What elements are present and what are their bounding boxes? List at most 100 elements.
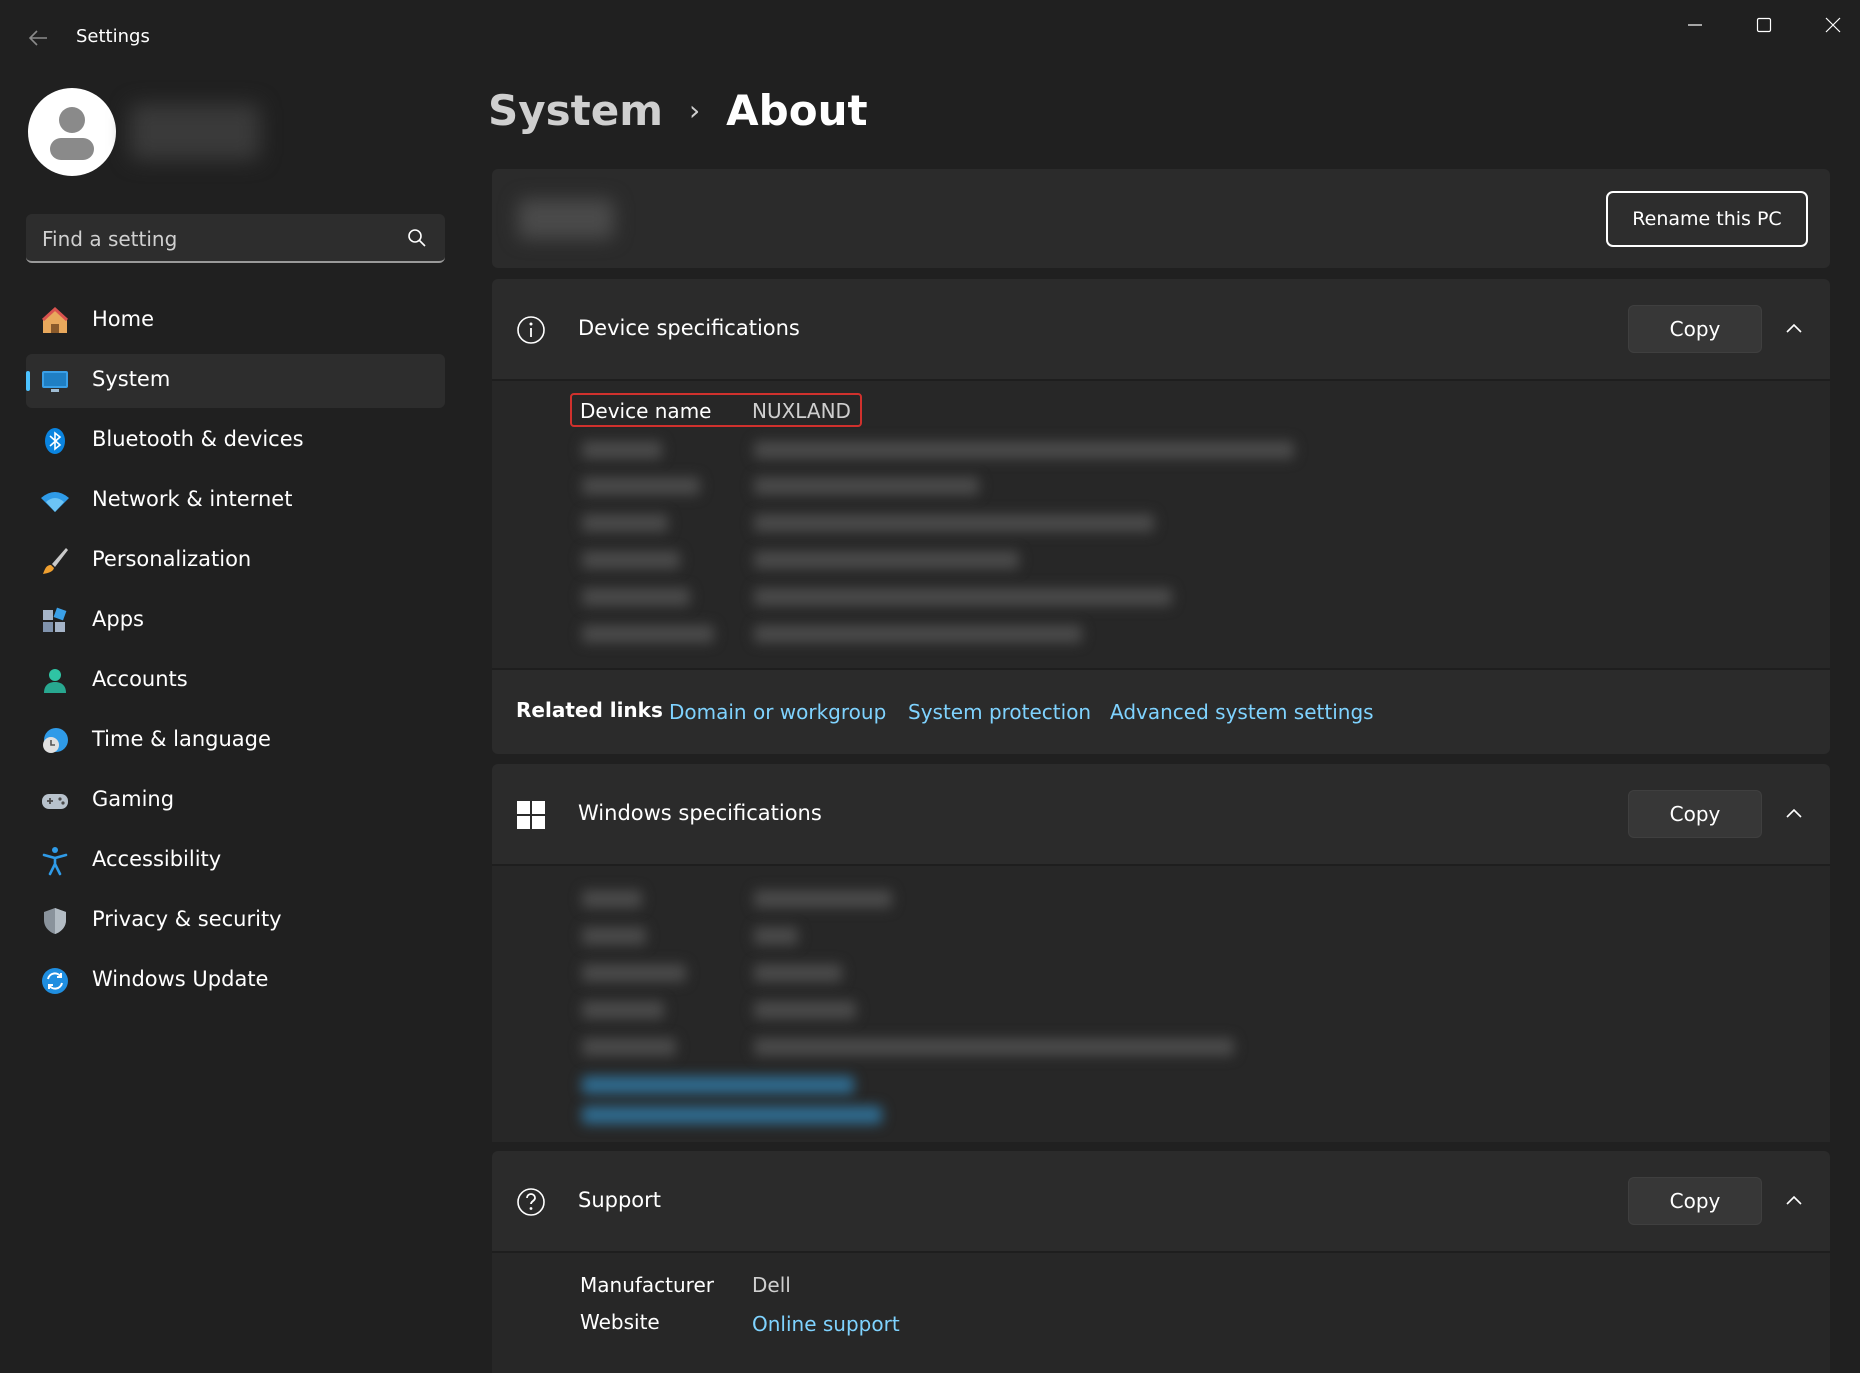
- redacted-spec: [754, 588, 1172, 606]
- redacted-spec: [582, 964, 686, 982]
- sidebar-item-label: Time & language: [92, 727, 271, 751]
- collapse-button[interactable]: [1776, 796, 1812, 832]
- copy-support-button[interactable]: Copy: [1628, 1177, 1762, 1225]
- redacted-spec: [754, 514, 1154, 532]
- redacted-spec: [582, 1001, 664, 1019]
- manufacturer-label: Manufacturer: [580, 1273, 714, 1297]
- sidebar-item-personalization[interactable]: Personalization: [26, 534, 445, 588]
- redacted-spec: [582, 588, 690, 606]
- close-icon: [1825, 17, 1840, 33]
- link-advanced-system-settings[interactable]: Advanced system settings: [1110, 700, 1374, 724]
- maximize-icon: [1756, 17, 1771, 33]
- accessibility-icon: [42, 847, 68, 876]
- device-specs-header[interactable]: Device specifications Copy: [492, 279, 1830, 379]
- chevron-up-icon: [1786, 323, 1802, 333]
- avatar[interactable]: [28, 88, 116, 176]
- redacted-spec: [754, 1038, 1234, 1056]
- redacted-spec: [582, 477, 700, 495]
- link-system-protection[interactable]: System protection: [908, 700, 1091, 724]
- redacted-spec: [582, 927, 646, 945]
- page-title: About: [726, 86, 868, 135]
- section-title: Windows specifications: [578, 801, 822, 825]
- redacted-spec: [582, 890, 642, 908]
- sidebar-item-label: Gaming: [92, 787, 175, 811]
- breadcrumb-parent[interactable]: System: [488, 86, 663, 135]
- sidebar-item-network[interactable]: Network & internet: [26, 474, 445, 528]
- app-title: Settings: [76, 26, 150, 47]
- device-name-value: NUXLAND: [752, 399, 851, 423]
- sidebar-item-label: Windows Update: [92, 967, 269, 991]
- minimize-icon: [1687, 24, 1702, 26]
- sidebar-item-label: Accessibility: [92, 847, 222, 871]
- windows-specs-header[interactable]: Windows specifications Copy: [492, 764, 1830, 864]
- section-title: Device specifications: [578, 316, 800, 340]
- accounts-icon: [44, 669, 66, 693]
- search-icon[interactable]: [406, 227, 428, 249]
- sidebar-item-bluetooth[interactable]: Bluetooth & devices: [26, 414, 445, 468]
- sidebar-item-label: Privacy & security: [92, 907, 282, 931]
- brush-icon: [43, 548, 68, 574]
- gamepad-icon: [42, 794, 68, 809]
- copy-windows-specs-button[interactable]: Copy: [1628, 790, 1762, 838]
- title-bar: Settings: [0, 0, 1860, 76]
- user-icon: [50, 107, 94, 160]
- redacted-spec: [754, 1001, 856, 1019]
- back-button[interactable]: [20, 20, 56, 56]
- related-links-label: Related links: [516, 698, 663, 722]
- redacted-link: [582, 1106, 882, 1124]
- maximize-button[interactable]: [1729, 0, 1798, 50]
- collapse-button[interactable]: [1776, 1183, 1812, 1219]
- sidebar-item-accessibility[interactable]: Accessibility: [26, 834, 445, 888]
- windows-logo-icon: [517, 801, 545, 829]
- apps-icon: [43, 607, 67, 632]
- manufacturer-value: Dell: [752, 1273, 791, 1297]
- redacted-spec: [582, 514, 668, 532]
- search-box[interactable]: [26, 214, 445, 263]
- back-arrow-icon: [28, 30, 47, 46]
- close-button[interactable]: [1798, 0, 1860, 50]
- info-icon: [517, 316, 545, 344]
- sidebar-item-home[interactable]: Home: [26, 294, 445, 348]
- device-name-label: Device name: [580, 399, 712, 423]
- redacted-spec: [754, 551, 1019, 569]
- redacted-link: [582, 1076, 854, 1094]
- sidebar-item-apps[interactable]: Apps: [26, 594, 445, 648]
- search-input[interactable]: [42, 226, 402, 252]
- redacted-spec: [754, 890, 892, 908]
- redacted-spec: [582, 441, 662, 459]
- device-specs-body: Device name NUXLAND: [492, 379, 1830, 668]
- sidebar-item-time-language[interactable]: Time & language: [26, 714, 445, 768]
- redacted-spec: [754, 625, 1082, 643]
- sidebar-item-label: System: [92, 367, 171, 391]
- sidebar-item-label: Home: [92, 307, 155, 331]
- sidebar-nav: Home System Bluetooth & devices Network …: [26, 294, 445, 1014]
- sidebar-item-label: Accounts: [92, 667, 188, 691]
- home-icon: [41, 306, 69, 333]
- copy-device-specs-button[interactable]: Copy: [1628, 305, 1762, 353]
- chevron-up-icon: [1786, 808, 1802, 818]
- time-language-icon: [43, 728, 68, 753]
- sidebar-item-label: Personalization: [92, 547, 252, 571]
- wifi-icon: [41, 492, 69, 512]
- active-indicator: [26, 371, 30, 391]
- support-header[interactable]: Support Copy: [492, 1151, 1830, 1251]
- website-label: Website: [580, 1310, 660, 1334]
- online-support-link[interactable]: Online support: [752, 1312, 900, 1336]
- redacted-spec: [582, 1038, 676, 1056]
- sidebar-item-privacy[interactable]: Privacy & security: [26, 894, 445, 948]
- redacted-spec: [582, 551, 680, 569]
- breadcrumb: System › About: [488, 86, 868, 135]
- minimize-button[interactable]: [1660, 0, 1729, 50]
- rename-pc-button[interactable]: Rename this PC: [1606, 191, 1808, 247]
- link-domain-workgroup[interactable]: Domain or workgroup: [669, 700, 886, 724]
- sidebar-item-windows-update[interactable]: Windows Update: [26, 954, 445, 1008]
- collapse-button[interactable]: [1776, 311, 1812, 347]
- sidebar-item-gaming[interactable]: Gaming: [26, 774, 445, 828]
- redacted-spec: [754, 964, 842, 982]
- support-body: Manufacturer Dell Website Online support: [492, 1251, 1830, 1373]
- sidebar-item-accounts[interactable]: Accounts: [26, 654, 445, 708]
- update-icon: [42, 968, 68, 994]
- chevron-up-icon: [1786, 1195, 1802, 1205]
- sidebar-item-system[interactable]: System: [26, 354, 445, 408]
- system-icon: [42, 371, 68, 392]
